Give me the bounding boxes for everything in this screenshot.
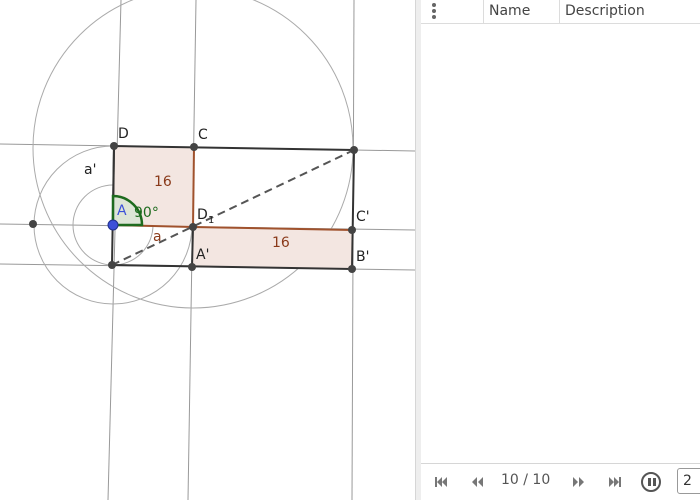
step-forward-icon[interactable]	[571, 474, 587, 490]
point-D-prime[interactable]	[189, 223, 197, 231]
label-A: A	[117, 203, 127, 219]
column-header-description[interactable]: Description	[559, 0, 700, 23]
label-B-prime: B'	[356, 249, 369, 265]
segment-D-prime-A-prime[interactable]	[191, 226, 194, 268]
point-B-prime[interactable]	[348, 265, 356, 273]
construction-protocol-panel: Name Description 10 / 10 2	[421, 0, 700, 500]
step-counter: 10 / 10	[501, 472, 551, 488]
skip-to-end-icon[interactable]	[607, 474, 623, 490]
label-area-rect: 16	[272, 235, 290, 251]
label-area-square: 16	[154, 174, 172, 190]
step-back-icon[interactable]	[469, 474, 485, 490]
graphics-view[interactable]: 90° D C a' 16 A D 1 a 16 C' A' B'	[0, 0, 415, 500]
point-left[interactable]	[29, 220, 37, 228]
construction-line[interactable]	[107, 0, 122, 500]
angle-label: 90°	[134, 205, 159, 221]
navigation-bar: 10 / 10 2	[421, 463, 700, 500]
point-B[interactable]	[108, 261, 116, 269]
label-a-prime: a'	[84, 162, 96, 178]
point-A[interactable]	[107, 219, 119, 231]
label-a: a	[153, 229, 162, 245]
label-A-prime: A'	[196, 247, 209, 263]
protocol-header: Name Description	[421, 0, 700, 24]
label-C-prime: C'	[356, 209, 370, 225]
column-header-name[interactable]: Name	[483, 0, 559, 23]
point-A-prime[interactable]	[188, 263, 196, 271]
point-C-prime[interactable]	[348, 226, 356, 234]
label-D: D	[118, 126, 129, 142]
label-C: C	[198, 127, 208, 143]
speed-input[interactable]: 2	[677, 468, 700, 494]
point-diag-top[interactable]	[350, 146, 358, 154]
skip-to-start-icon[interactable]	[433, 474, 449, 490]
label-D-prime: D	[197, 207, 208, 223]
pause-icon[interactable]	[641, 472, 661, 492]
more-vertical-icon[interactable]	[429, 2, 439, 20]
segment-CD-prime[interactable]	[192, 146, 195, 228]
label-D-prime-index: 1	[208, 215, 214, 226]
point-C[interactable]	[190, 143, 198, 151]
point-D[interactable]	[110, 142, 118, 150]
